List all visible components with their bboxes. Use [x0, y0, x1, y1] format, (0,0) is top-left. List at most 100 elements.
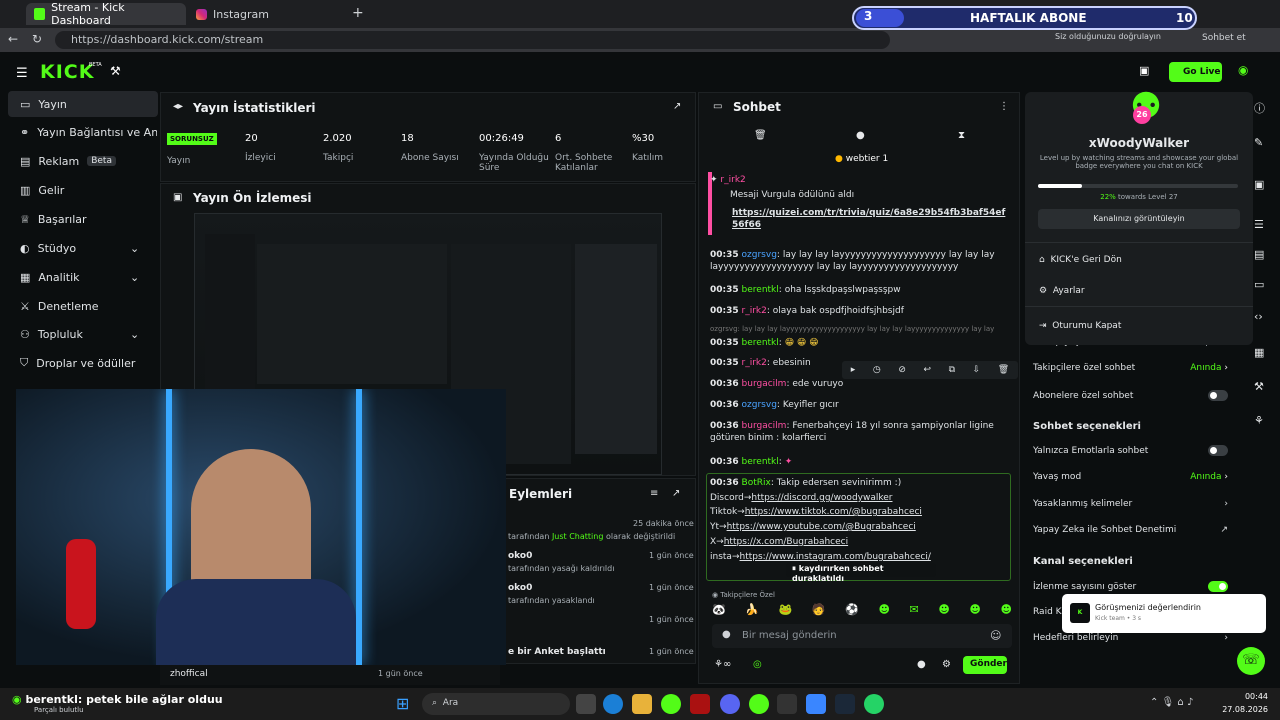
layout-icon[interactable]: ▦	[1254, 346, 1264, 359]
menu-icon[interactable]: ☰	[16, 66, 28, 81]
menu-item-logout[interactable]: ⇥ Oturumu Kapat	[1039, 321, 1121, 331]
toggle-switch[interactable]	[1208, 390, 1228, 401]
verify-prompt[interactable]: Siz olduğunuzu doğrulayın	[1055, 32, 1175, 48]
bot-link-line[interactable]: insta→https://www.instagram.com/bugrabah…	[710, 551, 1010, 563]
sidebar-item-revenue[interactable]: ▥ Gelir	[8, 177, 158, 203]
message-actions[interactable]: ▸ ◷ ⊘ ↩ ⧉ ⇩ 🗑	[842, 361, 1018, 379]
reload-icon[interactable]: ↻	[32, 32, 42, 46]
list-icon[interactable]: ☰	[1254, 218, 1264, 231]
pinned-user: ● webtier 1	[835, 154, 889, 164]
avatar[interactable]: ◉	[1238, 63, 1248, 77]
app-icon[interactable]	[690, 694, 710, 714]
app-icon[interactable]	[806, 694, 826, 714]
hammer-icon[interactable]: ⚒	[110, 64, 121, 78]
steam-icon[interactable]	[835, 694, 855, 714]
sidebar-item-stream[interactable]: ▭ Yayın	[8, 91, 158, 117]
sidebar-item-ads[interactable]: ▤ Reklam Beta	[8, 148, 158, 174]
bot-link-line[interactable]: X→https://x.com/Bugrabahceci	[710, 536, 1010, 548]
tab-kick-dashboard[interactable]: Stream - Kick Dashboard	[26, 1, 186, 27]
new-tab-icon[interactable]: +	[352, 5, 364, 21]
toast-notification[interactable]: K Görüşmenizi değerlendirin Kick team • …	[1062, 594, 1266, 633]
setting-row[interactable]: Yalnızca Emotlarla sohbet	[1033, 445, 1228, 456]
chat-paused-banner[interactable]: ⏸ kaydırırken sohbet duraklatıldı	[786, 563, 936, 583]
chat-message: 00:35 r_irk2: olaya bak ospdfjhoidfsjhbs…	[710, 306, 904, 316]
bot-link-line[interactable]: Tiktok→https://www.tiktok.com/@bugrabahc…	[710, 506, 1010, 518]
hourglass-icon[interactable]: ⧗	[958, 130, 965, 141]
bot-link-line[interactable]: Discord→https://discord.gg/woodywalker	[710, 492, 1010, 504]
filter-icon[interactable]: ≡	[650, 488, 658, 499]
view-channel-button[interactable]: Kanalınızı görüntüleyin	[1038, 209, 1240, 229]
setting-row[interactable]: Abonelere özel sohbet	[1033, 390, 1228, 401]
app-icon[interactable]	[777, 694, 797, 714]
back-icon[interactable]: ←	[8, 32, 18, 46]
chat-bubble-icon[interactable]: ●	[917, 659, 926, 670]
setting-row[interactable]: Yasaklanmış kelimeler ›	[1033, 499, 1228, 509]
emote-bar[interactable]: 🐼 🍌 🐸 🧑 ⚽ ☻ ✉ ☻ ☻ ☻	[712, 603, 1012, 619]
menu-item-back[interactable]: ⌂ KICK'e Geri Dön	[1039, 255, 1122, 265]
setting-row[interactable]: Yavaş mod Anında ›	[1033, 472, 1228, 482]
more-icon[interactable]: ⋮	[999, 101, 1009, 112]
play-icon: ▸	[850, 365, 856, 375]
send-button[interactable]: Gönder	[963, 656, 1007, 674]
support-chat-icon[interactable]: ☏	[1237, 647, 1265, 675]
pencil-icon[interactable]: ✎	[1254, 136, 1263, 149]
task-view-icon[interactable]	[576, 694, 596, 714]
sidebar-item-analytics[interactable]: ▦ Analitik ⌄	[8, 264, 158, 290]
trash-icon[interactable]: 🗑	[754, 130, 767, 141]
wrench-icon[interactable]: ⚒	[1254, 380, 1264, 393]
explorer-icon[interactable]	[632, 694, 652, 714]
kick-coin-icon[interactable]: ◎	[753, 659, 762, 670]
setting-row[interactable]: Yapay Zeka ile Sohbet Denetimi ↗	[1033, 525, 1228, 535]
chat-icon[interactable]: ▭	[1254, 278, 1264, 291]
whatsapp-icon[interactable]	[864, 694, 884, 714]
windows-start-icon[interactable]: ⊞	[396, 694, 409, 713]
sidebar-item-studio[interactable]: ◐ Stüdyo ⌄	[8, 235, 158, 261]
tray-icons[interactable]: ⌃ 🎙 ⌂ ♪	[1150, 697, 1193, 708]
uptime-value: 00:26:49	[479, 133, 524, 144]
sidebar-item-label: Reklam	[38, 154, 80, 168]
go-live-button[interactable]: Go Live	[1169, 62, 1222, 82]
emoji-icon[interactable]: ☺	[990, 629, 1001, 642]
panel-icon[interactable]: ▣	[1254, 178, 1264, 191]
sidebar-item-moderation[interactable]: ⚔ Denetleme	[8, 293, 158, 319]
reply-icon: ↩	[923, 365, 931, 375]
redeem-link[interactable]: https://quizei.com/tr/trivia/quiz/6a8e29…	[732, 207, 1010, 231]
chat-message: 00:36 berentkl: ✦	[710, 457, 793, 467]
tab-instagram[interactable]: Instagram	[188, 3, 343, 25]
chat-tools-icon[interactable]: ⚘∞	[714, 659, 731, 670]
sidebar-item-stream-key[interactable]: ⚭ Yayın Bağlantısı ve Anahtarı	[8, 119, 158, 145]
activity-footer: zhoffical 1 gün önce	[160, 665, 500, 685]
address-bar[interactable]: https://dashboard.kick.com/stream	[55, 31, 890, 49]
studio-icon[interactable]: ▣	[1139, 64, 1149, 77]
app-icon[interactable]	[661, 694, 681, 714]
popout-icon[interactable]: ↗	[673, 101, 681, 112]
sidebar-item-community[interactable]: ⚇ Topluluk ⌄	[8, 321, 158, 347]
activity-time: 1 gün önce	[378, 669, 423, 678]
taskbar-search[interactable]: ⌕ Ara	[422, 693, 570, 715]
share-icon[interactable]: ⚘	[1254, 414, 1264, 427]
kick-app-icon[interactable]	[749, 694, 769, 714]
setting-row[interactable]: Takipçilere özel sohbet Anında ›	[1033, 363, 1228, 373]
chat-bubble-icon[interactable]: ●	[856, 130, 865, 141]
code-icon[interactable]: ‹›	[1254, 310, 1263, 323]
gear-icon[interactable]: ⚙	[942, 659, 951, 670]
popout-icon[interactable]: ↗	[672, 488, 680, 499]
chat-input[interactable]: ● Bir mesaj gönderin ☺	[712, 624, 1012, 648]
menu-item-settings[interactable]: ⚙ Ayarlar	[1039, 286, 1085, 296]
kick-logo[interactable]: KICK	[40, 61, 94, 83]
browser-sync-button[interactable]: Sohbet et	[1202, 33, 1246, 43]
grid-icon[interactable]: ▤	[1254, 248, 1264, 261]
bot-link-line[interactable]: Yt→https://www.youtube.com/@Bugrabahceci	[710, 521, 1010, 533]
now-playing[interactable]: ◉ berentkl: petek bile ağlar olduu	[12, 693, 223, 706]
toggle-switch[interactable]	[1208, 581, 1228, 592]
discord-icon[interactable]	[720, 694, 740, 714]
sidebar-item-drops[interactable]: ⛉ Droplar ve ödüller	[8, 350, 158, 376]
edge-icon[interactable]	[603, 694, 623, 714]
setting-row[interactable]: İzlenme sayısını göster	[1033, 581, 1228, 592]
setting-row[interactable]: Hedefleri belirleyin ›	[1033, 633, 1228, 643]
toggle-switch[interactable]	[1208, 445, 1228, 456]
sidebar-item-achievements[interactable]: ♕ Başarılar	[8, 206, 158, 232]
activity-time: 1 gün önce	[649, 647, 694, 656]
info-icon[interactable]: ⓘ	[1254, 100, 1265, 116]
webcam-overlay	[16, 389, 506, 665]
